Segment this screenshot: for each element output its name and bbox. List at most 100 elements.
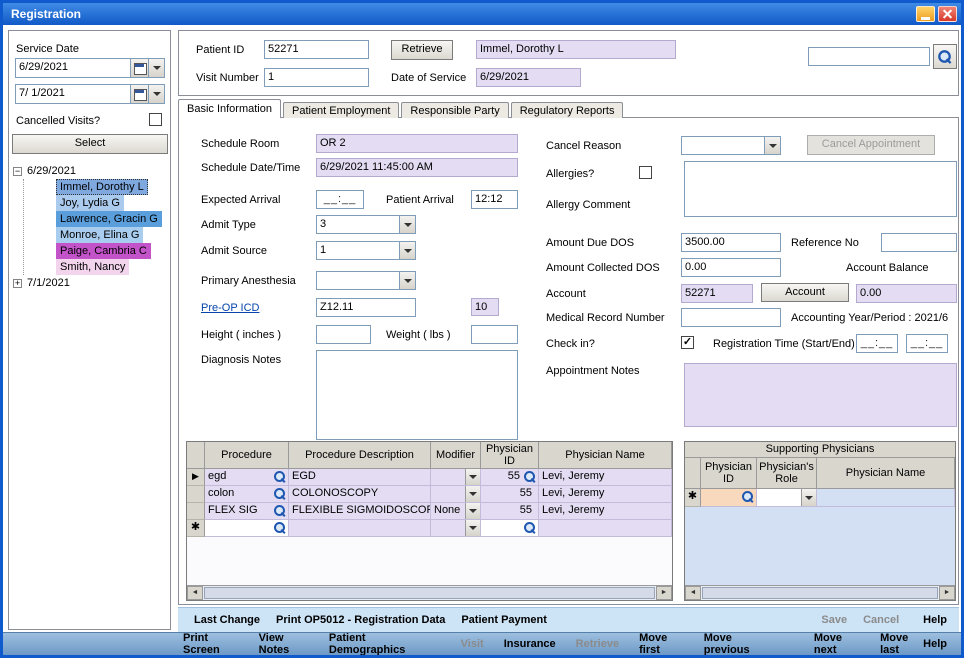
scroll-right-button[interactable]: ► — [656, 586, 672, 600]
view-notes-button[interactable]: View Notes — [259, 632, 309, 656]
scroll-left-button[interactable]: ◄ — [685, 586, 701, 600]
minimize-button[interactable] — [916, 6, 935, 22]
dropdown-button[interactable] — [399, 242, 415, 259]
tree-item-patient[interactable]: Smith, Nancy — [56, 259, 168, 275]
admit-source-select[interactable]: 1 — [316, 241, 416, 260]
lookup-button[interactable] — [273, 521, 286, 537]
insurance-button[interactable]: Insurance — [504, 638, 556, 650]
retrieve-button[interactable]: Retrieve — [576, 638, 619, 650]
expand-icon[interactable]: + — [13, 279, 22, 288]
save-button[interactable]: Save — [821, 614, 847, 626]
cell-physician-id[interactable]: 55 — [481, 503, 539, 520]
cancelled-visits-checkbox[interactable] — [149, 113, 162, 126]
collapse-icon[interactable]: − — [13, 167, 22, 176]
dropdown-button[interactable] — [465, 520, 480, 536]
scroll-right-button[interactable]: ► — [939, 586, 955, 600]
reference-no-input[interactable] — [881, 233, 957, 252]
cell-modifier[interactable] — [431, 520, 481, 537]
patient-demographics-button[interactable]: Patient Demographics — [329, 632, 429, 656]
cell-physician-name[interactable]: Levi, Jeremy — [539, 469, 672, 486]
cell-physician-id[interactable] — [701, 489, 757, 507]
registration-time-end-input[interactable]: __:__ — [906, 334, 948, 353]
service-date-from-picker[interactable]: 6/29/2021 — [15, 58, 165, 78]
row-selector[interactable] — [187, 503, 205, 520]
cell-description[interactable]: COLONOSCOPY — [289, 486, 431, 503]
lookup-button[interactable] — [523, 521, 536, 537]
tree-group-date[interactable]: + 7/1/2021 — [13, 275, 168, 291]
help-button[interactable]: Help — [923, 614, 947, 626]
lookup-button[interactable] — [523, 470, 536, 486]
visit-number-input[interactable]: 1 — [264, 68, 369, 87]
horizontal-scrollbar[interactable]: ◄ ► — [187, 585, 672, 600]
tab-basic-information[interactable]: Basic Information — [178, 99, 281, 118]
cell-procedure[interactable]: egd — [205, 469, 289, 486]
account-button[interactable]: Account — [761, 283, 849, 302]
admit-type-select[interactable]: 3 — [316, 215, 416, 234]
tree-item-patient[interactable]: Paige, Cambria C — [56, 243, 168, 259]
tab-regulatory-reports[interactable]: Regulatory Reports — [511, 102, 624, 118]
amount-collected-dos-input[interactable]: 0.00 — [681, 258, 781, 277]
patient-arrival-input[interactable]: 12:12 — [471, 190, 518, 209]
print-op5012-button[interactable]: Print OP5012 - Registration Data — [276, 614, 445, 626]
help-button[interactable]: Help — [923, 638, 947, 650]
service-date-to-picker[interactable]: 7/ 1/2021 — [15, 84, 165, 104]
lookup-button[interactable] — [273, 487, 286, 503]
tree-item-patient[interactable]: Monroe, Elina G — [56, 227, 168, 243]
cell-modifier[interactable] — [431, 469, 481, 486]
move-first-button[interactable]: Move first — [639, 632, 684, 656]
cell-physician-id[interactable] — [481, 520, 539, 537]
lookup-button[interactable] — [273, 504, 286, 520]
weight-input[interactable] — [471, 325, 518, 344]
cancel-button[interactable]: Cancel — [863, 614, 899, 626]
new-row-selector[interactable]: ✱ — [685, 489, 701, 507]
tab-responsible-party[interactable]: Responsible Party — [401, 102, 508, 118]
lookup-button[interactable] — [741, 490, 754, 507]
cell-modifier[interactable] — [431, 486, 481, 503]
search-button[interactable] — [933, 44, 957, 69]
cell-modifier[interactable]: None — [431, 503, 481, 520]
allergies-checkbox[interactable] — [639, 166, 652, 179]
date-to-dropdown-button[interactable] — [148, 85, 164, 103]
tab-patient-employment[interactable]: Patient Employment — [283, 102, 399, 118]
row-selector[interactable]: ▶ — [187, 469, 205, 486]
medical-record-number-input[interactable] — [681, 308, 781, 327]
dropdown-button[interactable] — [399, 216, 415, 233]
cell-description[interactable]: EGD — [289, 469, 431, 486]
scrollbar-thumb[interactable] — [204, 587, 655, 599]
cell-physician-name[interactable]: Levi, Jeremy — [539, 486, 672, 503]
print-screen-button[interactable]: Print Screen — [183, 632, 239, 656]
visit-button[interactable]: Visit — [461, 638, 484, 650]
dropdown-button[interactable] — [764, 137, 780, 154]
patient-id-input[interactable]: 52271 — [264, 40, 369, 59]
primary-anesthesia-select[interactable] — [316, 271, 416, 290]
check-in-checkbox[interactable]: ✓ — [681, 336, 694, 349]
cell-physician-name[interactable] — [817, 489, 955, 507]
preop-icd-link[interactable]: Pre-OP ICD — [201, 302, 259, 315]
dropdown-button[interactable] — [399, 272, 415, 289]
patient-payment-button[interactable]: Patient Payment — [461, 614, 547, 626]
registration-time-start-input[interactable]: __:__ — [856, 334, 898, 353]
dropdown-button[interactable] — [465, 503, 480, 519]
cell-description[interactable]: FLEXIBLE SIGMOIDOSCOPY — [289, 503, 431, 520]
lookup-button[interactable] — [273, 470, 286, 486]
dropdown-button[interactable] — [465, 486, 480, 502]
scrollbar-thumb[interactable] — [702, 587, 938, 599]
tree-group-date[interactable]: − 6/29/2021 — [13, 163, 168, 179]
move-previous-button[interactable]: Move previous — [704, 632, 770, 656]
dropdown-button[interactable] — [801, 489, 816, 506]
cancel-appointment-button[interactable]: Cancel Appointment — [807, 135, 935, 155]
cell-physician-name[interactable]: Levi, Jeremy — [539, 503, 672, 520]
scroll-left-button[interactable]: ◄ — [187, 586, 203, 600]
select-button[interactable]: Select — [12, 134, 168, 154]
move-next-button[interactable]: Move next — [814, 632, 860, 656]
calendar-icon[interactable] — [130, 59, 148, 77]
row-selector[interactable] — [187, 486, 205, 503]
expected-arrival-input[interactable]: __:__ — [316, 190, 364, 209]
cell-physician-id[interactable]: 55 — [481, 486, 539, 503]
tree-item-patient[interactable]: Joy, Lydia G — [56, 195, 168, 211]
dropdown-button[interactable] — [465, 469, 480, 485]
amount-due-dos-input[interactable]: 3500.00 — [681, 233, 781, 252]
cell-procedure[interactable] — [205, 520, 289, 537]
tree-item-patient[interactable]: Immel, Dorothy L — [56, 179, 168, 195]
allergy-comment-textarea[interactable] — [684, 161, 957, 217]
